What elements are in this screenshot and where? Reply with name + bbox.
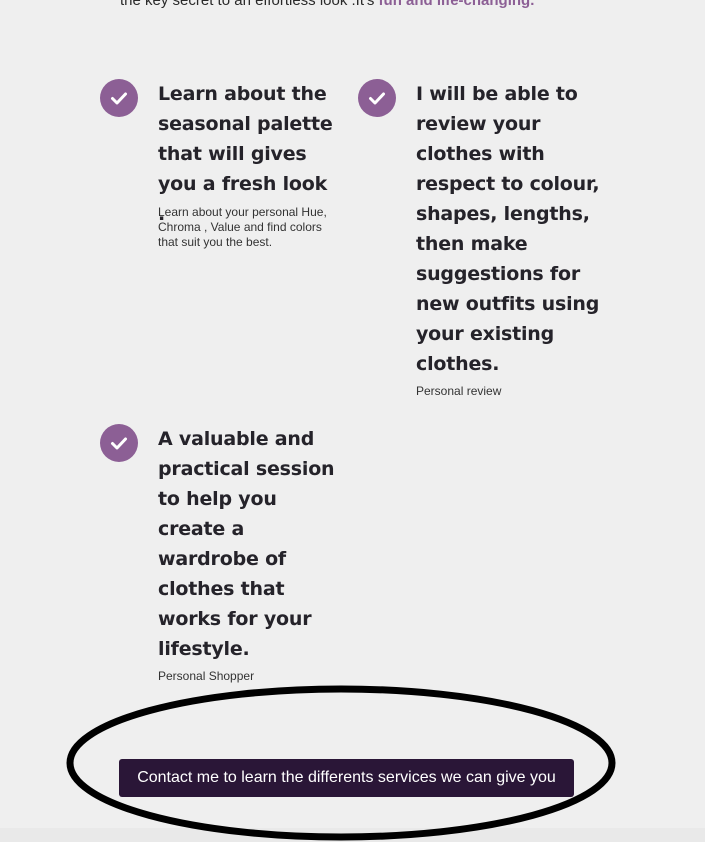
feature-title: I will be able to review your clothes wi…	[416, 83, 600, 375]
check-icon	[100, 424, 138, 462]
intro-text: the key secret to an effortless look .It…	[120, 0, 534, 11]
intro-text-highlight: fun and life-changing.	[378, 0, 535, 9]
intro-text-main: the key secret to an effortless look .It…	[120, 0, 379, 9]
feature-description: Personal review	[416, 384, 502, 398]
feature-title: A valuable and practical session to help…	[158, 428, 335, 660]
check-icon	[358, 79, 396, 117]
feature-description: Personal Shopper	[158, 669, 255, 683]
feature-description: Learn about your personal Hue, Chroma , …	[158, 205, 327, 249]
contact-cta-button[interactable]: Contact me to learn the differents servi…	[119, 759, 574, 797]
footer-strip	[0, 828, 705, 842]
check-icon	[100, 79, 138, 117]
